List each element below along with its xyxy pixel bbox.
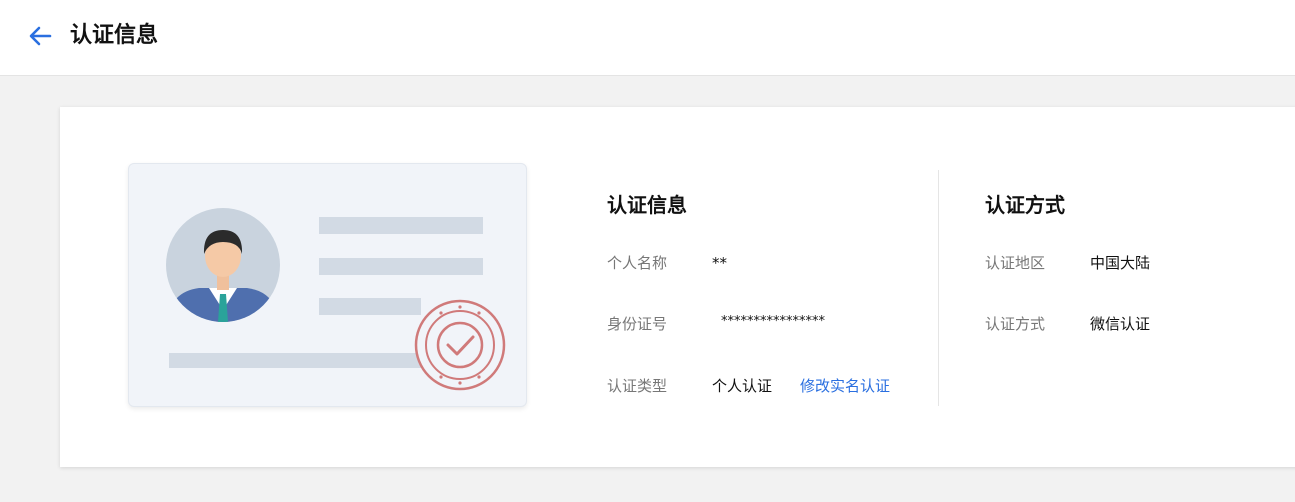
id-number-label: 身份证号	[607, 315, 668, 333]
arrow-left-icon	[29, 26, 52, 46]
section-divider	[938, 170, 939, 406]
certification-card: 认证信息 个人名称 ** 身份证号 **************** 认证类型 …	[60, 107, 1295, 467]
cert-method-label: 认证方式	[985, 315, 1046, 333]
user-avatar-icon	[166, 208, 280, 322]
id-number-value: ****************	[721, 314, 825, 329]
personal-name-label: 个人名称	[607, 254, 668, 272]
id-card-illustration	[128, 163, 527, 407]
cert-region-label: 认证地区	[985, 254, 1046, 272]
cert-method-value: 微信认证	[1090, 315, 1151, 333]
page-title: 认证信息	[70, 23, 159, 48]
cert-type-value: 个人认证	[712, 377, 773, 395]
certified-seal-icon	[414, 299, 506, 391]
method-section-title: 认证方式	[985, 193, 1065, 217]
cert-type-label: 认证类型	[607, 377, 668, 395]
modify-verification-link[interactable]: 修改实名认证	[800, 376, 890, 396]
top-bar: 认证信息	[0, 0, 1295, 76]
info-section-title: 认证信息	[607, 193, 687, 217]
back-button[interactable]	[26, 22, 56, 50]
personal-name-value: **	[712, 254, 727, 272]
cert-region-value: 中国大陆	[1090, 254, 1151, 272]
